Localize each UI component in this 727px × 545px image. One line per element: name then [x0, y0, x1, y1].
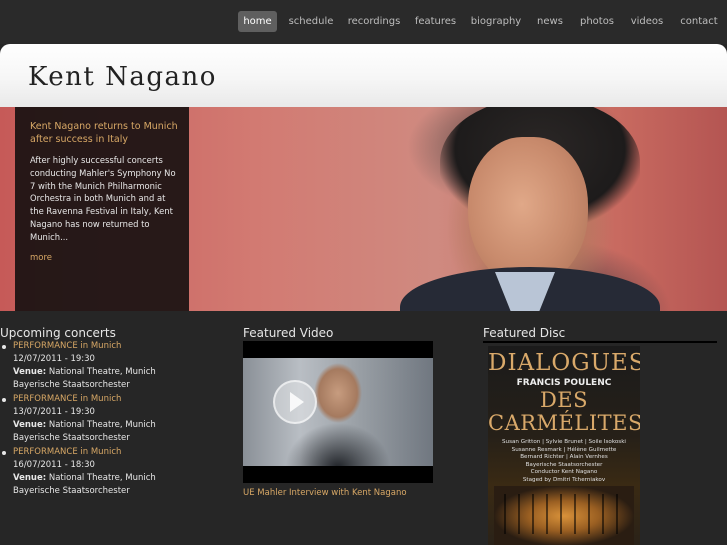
hero-banner: Kent Nagano returns to Munich after succ…	[0, 107, 727, 311]
bullet-icon	[2, 345, 6, 349]
concert-datetime: 12/07/2011 - 19:30	[13, 354, 95, 364]
nav-features[interactable]: features	[412, 11, 459, 32]
concert-link[interactable]: PERFORMANCE in Munich	[13, 447, 121, 457]
venue-value: National Theatre, Munich	[48, 367, 156, 377]
hero-news-text: After highly successful concerts conduct…	[30, 155, 176, 242]
hero-more-link[interactable]: more	[30, 253, 52, 263]
concert-link[interactable]: PERFORMANCE in Munich	[13, 341, 121, 351]
hero-news-panel: Kent Nagano returns to Munich after succ…	[15, 107, 189, 311]
disc-title-line2: DES CARMÉLITES	[488, 388, 640, 435]
venue-label: Venue:	[13, 473, 47, 483]
venue-value: National Theatre, Munich	[48, 420, 156, 430]
site-header: Kent Nagano	[0, 44, 727, 107]
hero-news-title[interactable]: Kent Nagano returns to Munich after succ…	[30, 121, 180, 146]
nav-recordings[interactable]: recordings	[345, 11, 403, 32]
nav-photos[interactable]: photos	[576, 11, 618, 32]
nav-videos[interactable]: videos	[627, 11, 667, 32]
concerts-heading: Upcoming concerts	[0, 326, 116, 340]
disc-heading: Featured Disc	[483, 326, 566, 340]
concert-venue: Venue: National Theatre, Munich	[13, 420, 156, 430]
video-player[interactable]	[243, 341, 433, 483]
concert-orchestra: Bayerische Staatsorchester	[13, 486, 130, 496]
bullet-icon	[2, 398, 6, 402]
concert-venue: Venue: National Theatre, Munich	[13, 473, 156, 483]
hero-photo-face	[468, 137, 588, 287]
site-logo[interactable]: Kent Nagano	[28, 62, 217, 92]
concert-link[interactable]: PERFORMANCE in Munich	[13, 394, 121, 404]
venue-label: Venue:	[13, 420, 47, 430]
concert-item: PERFORMANCE in Munich 13/07/2011 - 19:30…	[0, 394, 200, 447]
nav-news[interactable]: news	[533, 11, 567, 32]
bullet-icon	[2, 451, 6, 455]
venue-value: National Theatre, Munich	[48, 473, 156, 483]
disc-divider	[483, 341, 717, 343]
nav-schedule[interactable]: schedule	[286, 11, 336, 32]
disc-cover-image	[494, 486, 634, 545]
video-thumbnail	[243, 358, 433, 466]
concert-item: PERFORMANCE in Munich 16/07/2011 - 18:30…	[0, 447, 200, 500]
disc-cover[interactable]: DIALOGUES FRANCIS POULENC DES CARMÉLITES…	[488, 346, 640, 545]
play-icon[interactable]	[273, 380, 317, 424]
nav-home[interactable]: home	[238, 11, 277, 32]
concert-item: PERFORMANCE in Munich 12/07/2011 - 19:30…	[0, 341, 200, 394]
concert-list: PERFORMANCE in Munich 12/07/2011 - 19:30…	[0, 341, 200, 500]
top-nav: home schedule recordings features biogra…	[0, 0, 727, 44]
disc-credits: Susan Gritton | Sylvie Brunet | Soile Is…	[501, 439, 626, 483]
disc-title-line1: DIALOGUES	[488, 350, 640, 376]
video-heading: Featured Video	[243, 326, 334, 340]
concert-datetime: 13/07/2011 - 19:30	[13, 407, 95, 417]
concert-orchestra: Bayerische Staatsorchester	[13, 380, 130, 390]
video-caption-link[interactable]: UE Mahler Interview with Kent Nagano	[243, 488, 407, 498]
disc-composer: FRANCIS POULENC	[516, 378, 612, 388]
venue-label: Venue:	[13, 367, 47, 377]
nav-contact[interactable]: contact	[676, 11, 722, 32]
nav-biography[interactable]: biography	[468, 11, 524, 32]
concert-datetime: 16/07/2011 - 18:30	[13, 460, 95, 470]
concert-orchestra: Bayerische Staatsorchester	[13, 433, 130, 443]
concert-venue: Venue: National Theatre, Munich	[13, 367, 156, 377]
